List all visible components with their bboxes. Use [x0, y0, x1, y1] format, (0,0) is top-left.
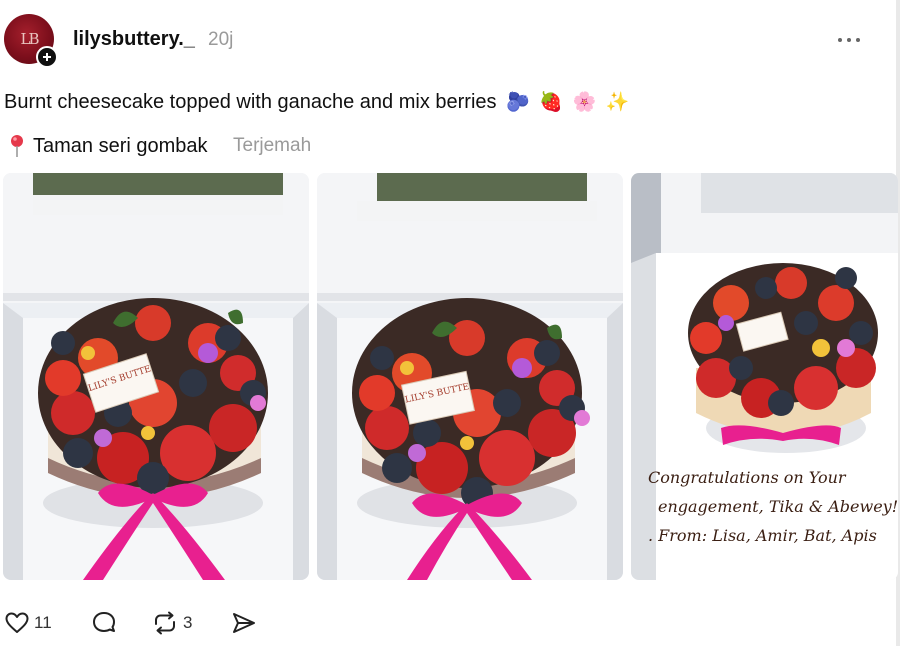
heart-icon [5, 612, 29, 633]
post-photo-2[interactable]: LILY'S BUTTE [317, 173, 623, 580]
like-button[interactable]: 11 [4, 606, 52, 640]
note-line-1: Congratulations on Your [648, 468, 846, 487]
avatar-monogram: LB [20, 30, 40, 48]
follow-plus-icon[interactable] [36, 46, 58, 68]
cake-photo-image: LILY'S BUTTE [3, 173, 309, 580]
strawberry-emoji: 🍓 [539, 92, 563, 113]
caption-text: Burnt cheesecake topped with ganache and… [4, 91, 497, 113]
post-time: 20j [208, 29, 234, 50]
location-link[interactable]: Taman seri gombak [33, 135, 208, 158]
comment-button[interactable] [90, 606, 118, 640]
translate-button[interactable]: Terjemah [233, 135, 311, 157]
post-photo-1[interactable]: LILY'S BUTTE [3, 173, 309, 580]
comment-bubble-icon [93, 612, 115, 632]
share-button[interactable] [230, 606, 258, 640]
send-icon [233, 613, 255, 633]
sparkles-emoji: ✨ [605, 92, 630, 113]
repost-icon [155, 611, 175, 635]
like-count: 11 [34, 613, 52, 632]
note-line-3: . From: Lisa, Amir, Bat, Apis [648, 526, 877, 545]
repost-count: 3 [183, 613, 193, 632]
post-caption: Burnt cheesecake topped with ganache and… [4, 90, 629, 114]
repost-button[interactable]: 3 [151, 606, 192, 640]
cake-photo-image: LILY'S BUTTE [317, 173, 623, 580]
username[interactable]: lilysbuttery._ [73, 28, 195, 51]
location-pin-icon [11, 135, 23, 157]
blueberry-emoji: 🫐 [506, 92, 530, 113]
note-line-2: engagement, Tika & Abewey! [658, 497, 899, 516]
more-horizontal-icon[interactable] [832, 24, 866, 54]
handwritten-note: Congratulations on Your engagement, Tika… [648, 463, 898, 550]
flower-emoji: 🌸 [572, 92, 597, 113]
